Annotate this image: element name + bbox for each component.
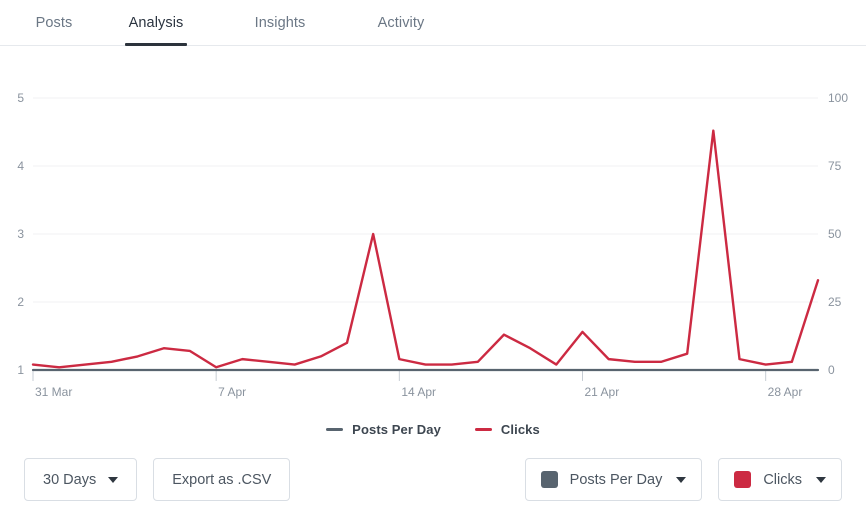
series-selector-posts-per-day[interactable]: Posts Per Day (524, 458, 703, 501)
analysis-chart-page: Posts Analysis Insights Activity 1 2 3 4 5 0… (0, 0, 866, 518)
color-swatch-icon (540, 471, 558, 488)
legend-label: Clicks (500, 421, 540, 437)
series-selector-label: Posts Per Day (569, 471, 663, 488)
export-csv-label: Export as .CSV (172, 471, 272, 488)
tab-bar: Posts Analysis Insights Activity (0, 0, 866, 46)
line-chart[interactable]: 1 2 3 4 5 0 25 50 75 100 31 Mar 7 Apr 14 Apr 21 Apr… (0, 46, 866, 406)
svg-text:3: 3 (17, 227, 24, 241)
chart-legend: Posts Per Day Clicks (0, 416, 866, 442)
svg-text:7 Apr: 7 Apr (218, 385, 246, 399)
tab-posts[interactable]: Posts (14, 0, 94, 46)
svg-text:100: 100 (828, 91, 848, 105)
date-range-dropdown[interactable]: 30 Days (24, 458, 138, 501)
legend-line-swatch (474, 427, 492, 431)
tab-label: Analysis (128, 15, 184, 31)
tab-label: Posts (35, 15, 73, 31)
tab-analysis[interactable]: Analysis (112, 0, 200, 46)
svg-text:21 Apr: 21 Apr (585, 385, 620, 399)
tab-label: Activity (377, 15, 425, 31)
svg-text:28 Apr: 28 Apr (768, 385, 803, 399)
chart-container: 1 2 3 4 5 0 25 50 75 100 31 Mar 7 Apr 14 Apr 21 Apr… (0, 46, 866, 406)
tab-label: Insights (254, 15, 306, 31)
svg-text:1: 1 (17, 363, 24, 377)
color-swatch-icon (734, 471, 752, 488)
svg-text:31 Mar: 31 Mar (35, 385, 72, 399)
x-axis-ticks: 31 Mar 7 Apr 14 Apr 21 Apr 28 Apr (32, 371, 803, 399)
chevron-down-icon (816, 476, 826, 483)
series-selector-clicks[interactable]: Clicks (718, 458, 842, 501)
chevron-down-icon (108, 476, 119, 483)
series-selector-label: Clicks (763, 471, 802, 488)
svg-text:0: 0 (828, 363, 835, 377)
svg-text:25: 25 (828, 295, 842, 309)
chevron-down-icon (676, 476, 687, 483)
chart-series-lines (31, 129, 820, 372)
tab-insights[interactable]: Insights (235, 0, 325, 46)
svg-text:5: 5 (17, 91, 24, 105)
legend-label: Posts Per Day (352, 421, 441, 437)
y-axis-left-ticks: 1 2 3 4 5 (17, 91, 24, 377)
svg-text:75: 75 (828, 159, 842, 173)
svg-text:14 Apr: 14 Apr (401, 385, 436, 399)
legend-line-swatch (326, 427, 344, 431)
left-controls: 30 Days Export as .CSV (24, 458, 291, 501)
svg-text:2: 2 (17, 295, 24, 309)
tab-activity[interactable]: Activity (357, 0, 445, 46)
date-range-label: 30 Days (43, 471, 97, 488)
y-axis-right-ticks: 0 25 50 75 100 (828, 91, 848, 377)
export-csv-button[interactable]: Export as .CSV (153, 458, 291, 501)
legend-item-posts-per-day[interactable]: Posts Per Day (326, 422, 441, 437)
legend-item-clicks[interactable]: Clicks (474, 421, 540, 437)
right-controls: Posts Per Day Clicks (524, 458, 842, 501)
svg-text:50: 50 (828, 227, 842, 241)
svg-text:4: 4 (17, 159, 24, 173)
